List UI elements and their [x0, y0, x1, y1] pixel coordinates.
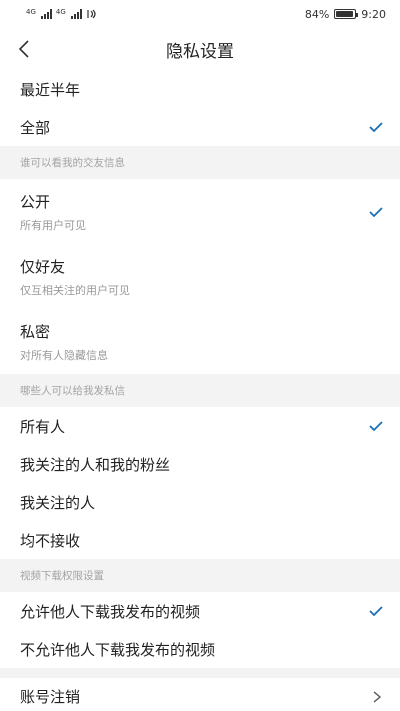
- navigation-bar: 隐私设置: [0, 28, 400, 70]
- option-all[interactable]: 全部: [0, 108, 400, 146]
- option-none[interactable]: 均不接收: [0, 521, 400, 559]
- option-texts: 仅好友 仅互相关注的用户可见: [20, 256, 130, 298]
- page-title: 隐私设置: [166, 41, 234, 62]
- option-label: 仅好友: [20, 257, 66, 276]
- checkmark-icon: [369, 606, 383, 617]
- option-label: 我关注的人和我的粉丝: [20, 455, 171, 474]
- option-description: 仅互相关注的用户可见: [20, 283, 130, 297]
- checkmark-icon: [369, 206, 383, 217]
- option-texts: 公开 所有用户可见: [20, 191, 86, 233]
- network-type-2: 4G: [55, 8, 66, 16]
- battery-icon: [334, 9, 359, 19]
- option-public[interactable]: 公开 所有用户可见: [0, 179, 400, 244]
- option-everyone[interactable]: 所有人: [0, 407, 400, 445]
- section-header-friend-info: 谁可以看我的交友信息: [0, 146, 400, 179]
- option-description: 所有用户可见: [20, 218, 86, 232]
- status-bar: 4G 4G 84% 9:20: [0, 0, 400, 28]
- option-label: 最近半年: [20, 80, 81, 99]
- option-description: 对所有人隐藏信息: [20, 348, 108, 362]
- option-label: 允许他人下载我发布的视频: [20, 602, 201, 621]
- option-recent-half-year[interactable]: 最近半年: [0, 70, 400, 108]
- clock: 9:20: [361, 7, 386, 21]
- signal-icon: [40, 9, 52, 19]
- section-header-download: 视频下载权限设置: [0, 559, 400, 592]
- network-type-1: 4G: [26, 8, 36, 16]
- option-label: 均不接收: [20, 531, 81, 550]
- nfc-icon: [87, 9, 96, 19]
- status-right: 84% 9:20: [305, 8, 386, 21]
- option-texts: 私密 对所有人隐藏信息: [20, 321, 108, 363]
- chevron-right-icon: [373, 690, 382, 703]
- chevron-left-icon: [18, 40, 29, 58]
- section-header-messages: 哪些人可以给我发私信: [0, 374, 400, 407]
- option-following-and-fans[interactable]: 我关注的人和我的粉丝: [0, 445, 400, 483]
- account-cancel-row[interactable]: 账号注销: [0, 678, 400, 711]
- divider: [0, 668, 400, 678]
- option-following[interactable]: 我关注的人: [0, 483, 400, 521]
- option-label: 公开: [20, 192, 51, 211]
- option-disallow-download[interactable]: 不允许他人下载我发布的视频: [0, 630, 400, 668]
- option-label: 不允许他人下载我发布的视频: [20, 640, 216, 659]
- option-label: 所有人: [20, 417, 66, 436]
- account-cancel-label: 账号注销: [20, 688, 81, 706]
- checkmark-icon: [369, 421, 383, 432]
- option-label: 我关注的人: [20, 493, 96, 512]
- option-friends-only[interactable]: 仅好友 仅互相关注的用户可见: [0, 244, 400, 309]
- option-label: 全部: [20, 118, 51, 137]
- battery-percent: 84%: [304, 7, 330, 21]
- signal-group: 4G 4G: [26, 9, 98, 19]
- option-allow-download[interactable]: 允许他人下载我发布的视频: [0, 592, 400, 630]
- back-button[interactable]: [10, 35, 38, 63]
- option-label: 私密: [20, 322, 51, 341]
- option-private[interactable]: 私密 对所有人隐藏信息: [0, 309, 400, 374]
- settings-list: 最近半年 全部 谁可以看我的交友信息 公开 所有用户可见 仅好友 仅互相关注的用…: [0, 70, 400, 711]
- checkmark-icon: [369, 122, 383, 133]
- signal-icon-2: [70, 9, 82, 19]
